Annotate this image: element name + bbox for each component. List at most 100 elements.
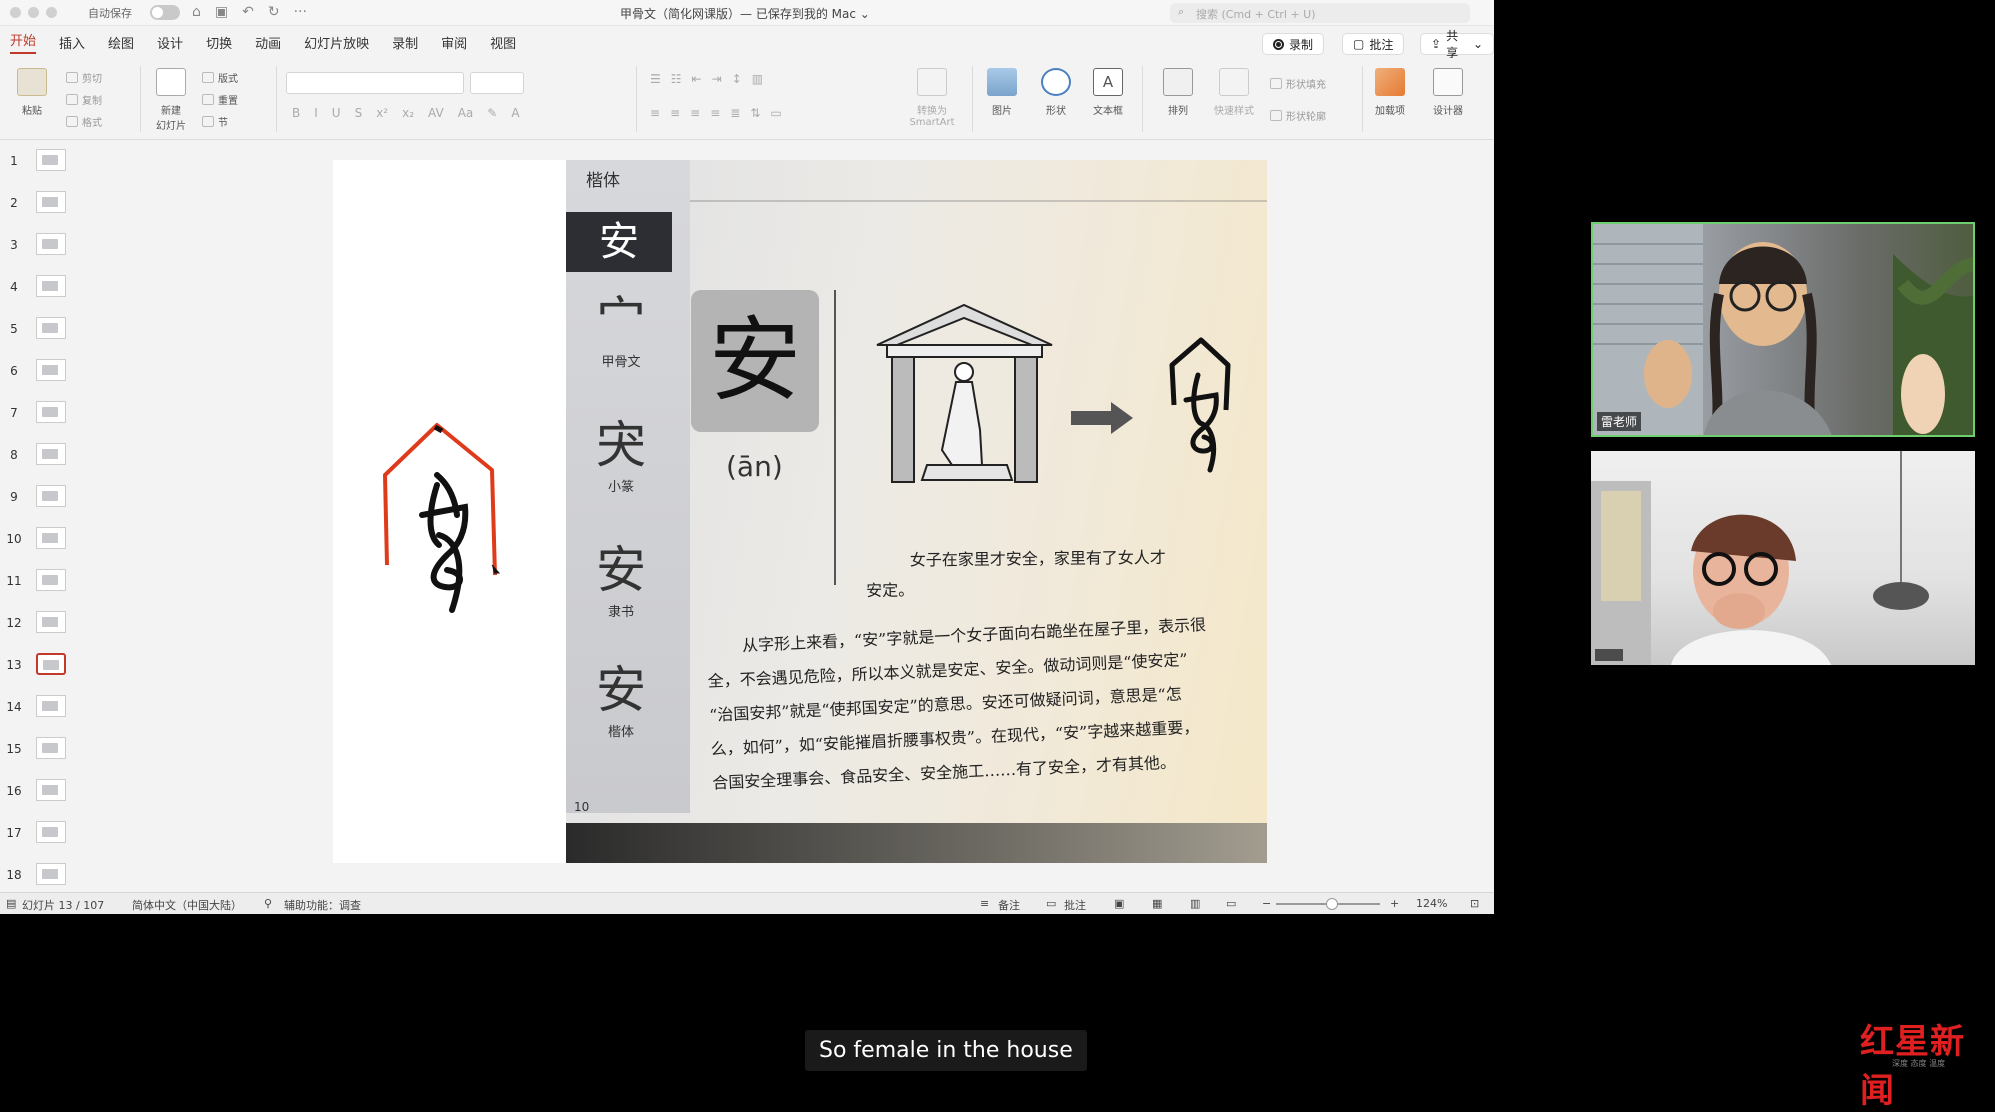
arrange-button[interactable]: 排列: [1156, 68, 1200, 117]
sorter-view-icon[interactable]: ▦: [1152, 897, 1162, 910]
normal-view-icon[interactable]: ▣: [1114, 897, 1124, 910]
distribute-icon[interactable]: ≣: [730, 106, 740, 120]
char-spacing-icon[interactable]: AV: [428, 106, 444, 120]
font-name-field[interactable]: [286, 72, 464, 94]
thumbnail-16[interactable]: 16: [0, 777, 86, 807]
shape-button[interactable]: 形状: [1034, 68, 1078, 117]
reset-button[interactable]: 重置: [202, 92, 238, 107]
thumbnail-18[interactable]: 18: [0, 861, 86, 891]
comments-status-button[interactable]: 批注: [1064, 897, 1086, 913]
smartart-button[interactable]: 转换为 SmartArt: [900, 68, 964, 128]
tab-design[interactable]: 设计: [157, 33, 183, 52]
tab-review[interactable]: 审阅: [441, 33, 467, 52]
autosave-toggle[interactable]: [150, 5, 180, 20]
thumbnail-4[interactable]: 4: [0, 273, 86, 303]
notes-button[interactable]: 备注: [998, 897, 1020, 913]
tab-animations[interactable]: 动画: [255, 33, 281, 52]
paste-button[interactable]: 粘贴: [10, 68, 54, 117]
italic-icon[interactable]: I: [314, 106, 318, 120]
share-button[interactable]: ⇪ 共享 ⌄: [1420, 29, 1494, 60]
superscript-icon[interactable]: x²: [376, 106, 388, 120]
font-color-icon[interactable]: A: [511, 106, 519, 120]
zoom-level[interactable]: 124%: [1416, 897, 1447, 910]
more-icon[interactable]: ···: [294, 4, 307, 20]
font-size-field[interactable]: [470, 72, 524, 94]
thumbnail-11[interactable]: 11: [0, 567, 86, 597]
tab-slideshow[interactable]: 幻灯片放映: [304, 33, 369, 52]
language-indicator[interactable]: 简体中文（中国大陆）: [132, 897, 242, 913]
align-left-icon[interactable]: ≡: [650, 106, 660, 120]
thumbnail-3[interactable]: 3: [0, 231, 86, 261]
decrease-indent-icon[interactable]: ⇤: [692, 72, 702, 86]
change-case-icon[interactable]: Aa: [458, 106, 474, 120]
thumbnail-2[interactable]: 2: [0, 189, 86, 219]
notes-icon[interactable]: ≡: [980, 897, 989, 910]
thumbnail-15[interactable]: 15: [0, 735, 86, 765]
bold-icon[interactable]: B: [292, 106, 300, 120]
undo-icon[interactable]: ↶: [242, 4, 254, 20]
zoom-in-icon[interactable]: +: [1390, 897, 1399, 910]
strikethrough-icon[interactable]: S: [355, 106, 363, 120]
underline-icon[interactable]: U: [332, 106, 341, 120]
comment-icon[interactable]: ▭: [1046, 897, 1056, 910]
align-text-icon[interactable]: ▭: [770, 106, 781, 120]
thumbnail-7[interactable]: 7: [0, 399, 86, 429]
redo-icon[interactable]: ↻: [268, 4, 280, 20]
comments-button[interactable]: ▢ 批注: [1342, 33, 1405, 55]
cut-button[interactable]: 剪切: [66, 70, 102, 85]
zoom-slider-handle[interactable]: [1326, 898, 1338, 910]
text-direction-icon[interactable]: ⇅: [750, 106, 760, 120]
section-button[interactable]: 节: [202, 114, 228, 129]
numbering-icon[interactable]: ☷: [671, 72, 682, 86]
home-icon[interactable]: ⌂: [192, 4, 201, 20]
align-right-icon[interactable]: ≡: [690, 106, 700, 120]
layout-button[interactable]: 版式: [202, 70, 238, 85]
minimize-window-icon[interactable]: [28, 7, 39, 18]
picture-button[interactable]: 图片: [980, 68, 1024, 117]
columns-icon[interactable]: ▥: [752, 72, 763, 86]
format-painter-button[interactable]: 格式: [66, 114, 102, 129]
slideshow-view-icon[interactable]: ▭: [1226, 897, 1236, 910]
video-tile-student[interactable]: [1591, 451, 1975, 665]
thumbnail-14[interactable]: 14: [0, 693, 86, 723]
highlight-icon[interactable]: ✎: [487, 106, 497, 120]
thumbnail-12[interactable]: 12: [0, 609, 86, 639]
zoom-window-icon[interactable]: [46, 7, 57, 18]
record-button[interactable]: 录制: [1262, 33, 1325, 55]
line-spacing-icon[interactable]: ↕: [732, 72, 742, 86]
increase-indent-icon[interactable]: ⇥: [712, 72, 722, 86]
thumbnail-5[interactable]: 5: [0, 315, 86, 345]
justify-icon[interactable]: ≡: [710, 106, 720, 120]
search-field[interactable]: ⌕ 搜索 (Cmd + Ctrl + U): [1170, 3, 1470, 23]
reading-view-icon[interactable]: ▥: [1190, 897, 1200, 910]
bullets-icon[interactable]: ☰: [650, 72, 661, 86]
quick-styles-button[interactable]: 快速样式: [1206, 68, 1262, 117]
tab-view[interactable]: 视图: [490, 33, 516, 52]
thumbnail-17[interactable]: 17: [0, 819, 86, 849]
close-window-icon[interactable]: [10, 7, 21, 18]
video-tile-teacher[interactable]: 雷老师: [1591, 222, 1975, 437]
accessibility-status[interactable]: 辅助功能：调查: [284, 897, 361, 913]
thumbnail-1[interactable]: 1: [0, 147, 86, 177]
shape-outline-button[interactable]: 形状轮廓: [1270, 108, 1326, 123]
tab-insert[interactable]: 插入: [59, 33, 85, 52]
slide-view-icon[interactable]: ▤: [6, 897, 16, 910]
thumbnail-8[interactable]: 8: [0, 441, 86, 471]
tab-record[interactable]: 录制: [392, 33, 418, 52]
copy-button[interactable]: 复制: [66, 92, 102, 107]
tab-draw[interactable]: 绘图: [108, 33, 134, 52]
accessibility-icon[interactable]: ⚲: [264, 897, 272, 910]
designer-button[interactable]: 设计器: [1426, 68, 1470, 117]
slide-canvas[interactable]: 楷体 安 宀甲骨文 宊小篆 安隶书 安楷体 10 安 (ān) 女子在家里才安全…: [333, 160, 1267, 863]
textbox-button[interactable]: A 文本框: [1086, 68, 1130, 117]
thumbnail-13-selected[interactable]: 13: [0, 651, 86, 681]
tab-transitions[interactable]: 切换: [206, 33, 232, 52]
subscript-icon[interactable]: x₂: [402, 106, 414, 120]
thumbnail-10[interactable]: 10: [0, 525, 86, 555]
shape-fill-button[interactable]: 形状填充: [1270, 76, 1326, 91]
new-slide-button[interactable]: 新建 幻灯片: [148, 68, 194, 132]
align-center-icon[interactable]: ≡: [670, 106, 680, 120]
window-controls[interactable]: [10, 7, 57, 18]
tab-home[interactable]: 开始: [10, 30, 37, 54]
thumbnail-6[interactable]: 6: [0, 357, 86, 387]
